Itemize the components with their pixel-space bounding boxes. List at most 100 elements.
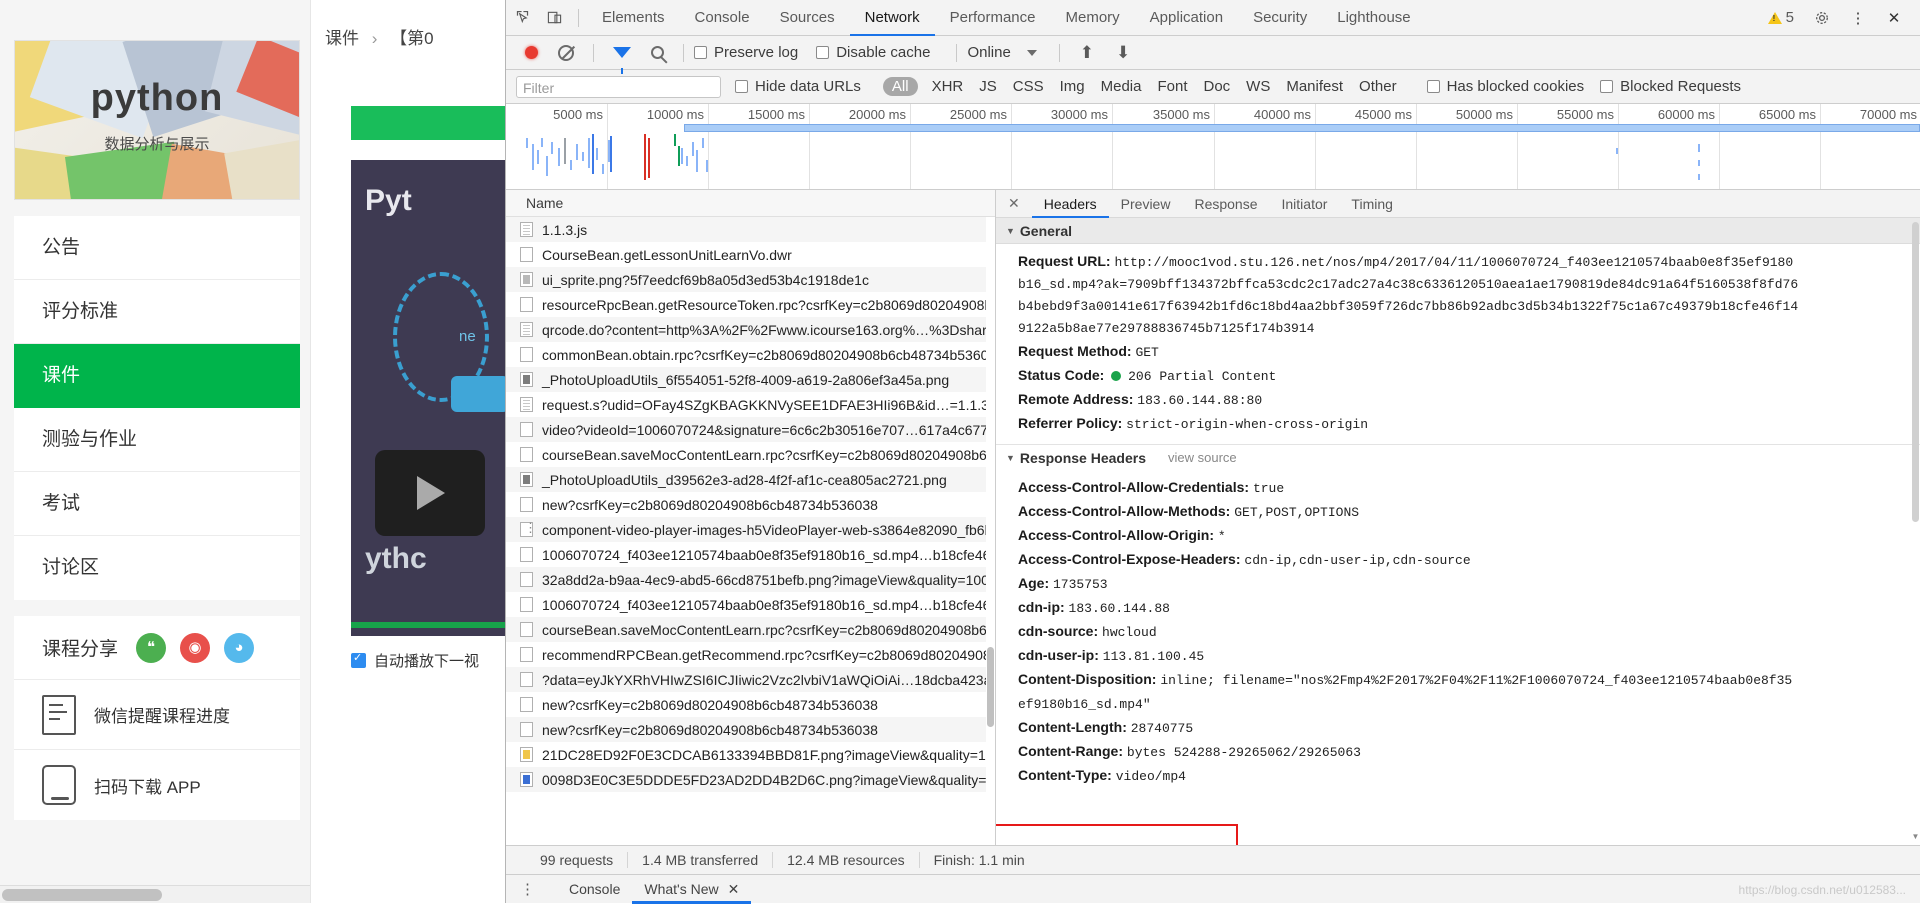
request-row[interactable]: recommendRPCBean.getRecommend.rpc?csrfKe… (506, 642, 995, 667)
sidebar-item-quiz[interactable]: 测验与作业 (14, 408, 300, 472)
preserve-log-box[interactable] (694, 46, 707, 59)
search-icon[interactable] (651, 46, 664, 59)
scrollbar-thumb[interactable] (2, 889, 162, 901)
more-vertical-icon[interactable]: ⋮ (520, 880, 535, 898)
warning-count-chip[interactable]: 5 (1767, 9, 1794, 26)
filter-type-other[interactable]: Other (1351, 78, 1405, 95)
blocked-requests-box[interactable] (1600, 80, 1614, 93)
tab-lighthouse[interactable]: Lighthouse (1322, 0, 1425, 36)
request-row[interactable]: CourseBean.getLessonUnitLearnVo.dwr (506, 242, 995, 267)
overview-selection-band[interactable] (684, 124, 1920, 132)
response-headers-section-header[interactable]: ▼ Response Headers view source (996, 444, 1920, 470)
tab-console[interactable]: Console (680, 0, 765, 36)
blocked-requests-checkbox[interactable]: Blocked Requests (1600, 78, 1741, 95)
download-app-row[interactable]: 扫码下载 APP (14, 750, 300, 820)
disable-cache-box[interactable] (816, 46, 830, 59)
tab-preview[interactable]: Preview (1109, 190, 1183, 218)
request-row[interactable]: 32a8dd2a-b9aa-4ec9-abd5-66cd8751befb.png… (506, 567, 995, 592)
requests-column-header[interactable]: Name (506, 190, 995, 217)
tab-response[interactable]: Response (1182, 190, 1269, 218)
requests-scrollbar[interactable] (986, 217, 995, 845)
play-button[interactable] (375, 450, 485, 536)
request-row[interactable]: 0098D3E0C3E5DDDE5FD23AD2DD4B2D6C.png?ima… (506, 767, 995, 792)
drawer-tab-whats-new[interactable]: What's New ✕ (632, 875, 751, 904)
request-row[interactable]: ?data=eyJkYXRhVHIwZSI6ICJIiwic2Vzc2lvbiV… (506, 667, 995, 692)
filter-funnel-icon[interactable] (613, 47, 631, 74)
tab-timing[interactable]: Timing (1339, 190, 1405, 218)
preserve-log-checkbox[interactable]: Preserve log (694, 44, 798, 61)
request-row[interactable]: component-video-player-images-h5VideoPla… (506, 517, 995, 542)
qq-icon[interactable]: ◕ (224, 632, 255, 663)
request-row[interactable]: 1.1.3.js (506, 217, 995, 242)
tab-elements[interactable]: Elements (587, 0, 680, 36)
view-source-link[interactable]: view source (1168, 445, 1237, 471)
sidebar-item-exam[interactable]: 考试 (14, 472, 300, 536)
request-row[interactable]: resourceRpcBean.getResourceToken.rpc?csr… (506, 292, 995, 317)
sidebar-item-grading[interactable]: 评分标准 (14, 280, 300, 344)
sidebar-item-forum[interactable]: 讨论区 (14, 536, 300, 600)
sidebar-item-courseware[interactable]: 课件 (14, 344, 300, 408)
close-icon[interactable]: ✕ (1878, 5, 1910, 31)
scrollbar-thumb[interactable] (987, 647, 994, 727)
breadcrumb-root[interactable]: 课件 (325, 29, 359, 48)
clear-icon[interactable] (558, 44, 574, 61)
tab-performance[interactable]: Performance (935, 0, 1051, 36)
request-row[interactable]: 1006070724_f403ee1210574baab0e8f35ef9180… (506, 542, 995, 567)
filter-type-js[interactable]: JS (971, 78, 1005, 95)
throttle-select[interactable]: Online (967, 44, 1010, 61)
drawer-tab-console[interactable]: Console (557, 875, 632, 904)
filter-type-font[interactable]: Font (1149, 78, 1195, 95)
device-toolbar-icon[interactable] (538, 5, 570, 31)
request-row[interactable]: courseBean.saveMocContentLearn.rpc?csrfK… (506, 617, 995, 642)
wechat-icon[interactable]: ❝ (136, 632, 167, 663)
request-row[interactable]: video?videoId=1006070724&signature=6c6c2… (506, 417, 995, 442)
request-row[interactable]: qrcode.do?content=http%3A%2F%2Fwww.icour… (506, 317, 995, 342)
tab-network[interactable]: Network (850, 0, 935, 36)
filter-input[interactable]: Filter (516, 75, 721, 98)
detail-scroll-down-arrow[interactable]: ▼ (1911, 832, 1920, 841)
tab-initiator[interactable]: Initiator (1270, 190, 1340, 218)
video-progress[interactable] (351, 622, 511, 628)
autoplay-checkbox[interactable] (351, 651, 366, 668)
export-har-icon[interactable]: ⬇ (1116, 43, 1130, 63)
request-row[interactable]: _PhotoUploadUtils_6f554051-52f8-4009-a61… (506, 367, 995, 392)
video-player[interactable]: Pyt ne ythc (351, 160, 511, 636)
gear-icon[interactable] (1806, 5, 1838, 31)
request-row[interactable]: commonBean.obtain.rpc?csrfKey=c2b8069d80… (506, 342, 995, 367)
inspect-element-icon[interactable] (506, 5, 538, 31)
detail-scrollbar[interactable] (1911, 218, 1920, 845)
tab-security[interactable]: Security (1238, 0, 1322, 36)
chevron-down-icon[interactable] (1026, 49, 1037, 56)
filter-type-doc[interactable]: Doc (1195, 78, 1238, 95)
tab-sources[interactable]: Sources (765, 0, 850, 36)
has-blocked-cookies-box[interactable] (1426, 80, 1440, 93)
hide-data-urls-checkbox[interactable]: Hide data URLs (735, 78, 861, 95)
network-overview-timeline[interactable]: 5000 ms 10000 ms 15000 ms 20000 ms 25000 ms 3… (506, 104, 1920, 190)
sidebar-item-announcements[interactable]: 公告 (14, 216, 300, 280)
tab-headers[interactable]: Headers (1032, 190, 1109, 218)
wechat-reminder-row[interactable]: 微信提醒课程进度 (14, 680, 300, 750)
request-row[interactable]: 21DC28ED92F0E3CDCAB6133394BBD81F.png?ima… (506, 742, 995, 767)
filter-type-xhr[interactable]: XHR (924, 78, 972, 95)
filter-type-img[interactable]: Img (1052, 78, 1093, 95)
import-har-icon[interactable]: ⬆ (1080, 43, 1094, 63)
filter-type-media[interactable]: Media (1093, 78, 1150, 95)
filter-type-all[interactable]: All (882, 77, 918, 96)
hide-data-urls-box[interactable] (735, 80, 748, 93)
more-vertical-icon[interactable]: ⋮ (1842, 5, 1874, 31)
request-row[interactable]: request.s?udid=OFay4SZgKBAGKKNVySEE1DFAE… (506, 392, 995, 417)
general-section-header[interactable]: ▼ General (996, 218, 1920, 244)
request-row[interactable]: _PhotoUploadUtils_d39562e3-ad28-4f2f-af1… (506, 467, 995, 492)
request-row[interactable]: courseBean.saveMocContentLearn.rpc?csrfK… (506, 442, 995, 467)
close-icon[interactable]: ✕ (1008, 195, 1020, 212)
request-row[interactable]: new?csrfKey=c2b8069d80204908b6cb48734b53… (506, 492, 995, 517)
tab-application[interactable]: Application (1135, 0, 1238, 36)
weibo-icon[interactable]: ◉ (180, 632, 211, 663)
request-row[interactable]: new?csrfKey=c2b8069d80204908b6cb48734b53… (506, 692, 995, 717)
filter-type-ws[interactable]: WS (1238, 78, 1278, 95)
record-button-icon[interactable] (525, 46, 538, 59)
scrollbar-thumb[interactable] (1912, 222, 1919, 522)
filter-type-css[interactable]: CSS (1005, 78, 1052, 95)
autoplay-toggle[interactable]: 自动播放下一视 (351, 650, 479, 671)
request-row[interactable]: ui_sprite.png?5f7eedcf69b8a05d3ed53b4c19… (506, 267, 995, 292)
